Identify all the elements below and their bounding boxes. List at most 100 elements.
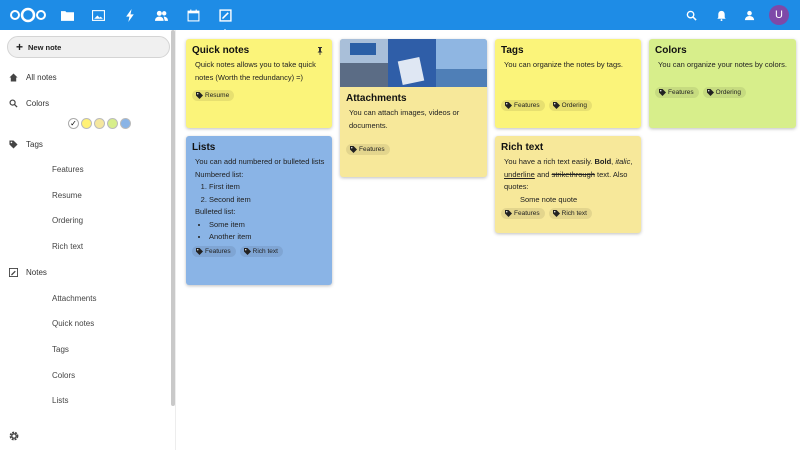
top-bar: U	[0, 0, 800, 32]
sidebar-tag-resume[interactable]: Resume	[52, 191, 82, 200]
tag-icon	[505, 101, 512, 109]
note-tags: Features Rich text	[192, 245, 326, 257]
home-icon	[0, 72, 26, 82]
photos-icon[interactable]	[89, 6, 107, 24]
tag-label: Rich text	[561, 210, 587, 217]
tag-icon	[505, 210, 512, 217]
tag-label: Features	[359, 146, 385, 153]
note-tag[interactable]: Rich text	[548, 208, 592, 219]
files-icon[interactable]	[58, 6, 76, 24]
tag-icon	[196, 92, 203, 99]
color-swatch-yellow[interactable]	[81, 118, 92, 129]
tag-label: Features	[205, 247, 231, 255]
sidebar-item-label: Notes	[26, 267, 47, 277]
note-tag[interactable]: Ordering	[702, 86, 746, 98]
note-tag[interactable]: Features	[192, 245, 236, 257]
underline-text: underline	[504, 169, 535, 179]
search-icon	[0, 98, 26, 108]
tag-label: Ordering	[561, 101, 587, 109]
new-note-label: New note	[28, 42, 62, 52]
note-card-colors[interactable]: Colors You can organize your notes by co…	[649, 39, 796, 128]
settings-gear-icon[interactable]	[8, 430, 20, 442]
attachment-image[interactable]	[340, 39, 487, 87]
note-title: Colors	[655, 45, 687, 56]
note-tag[interactable]: Features	[501, 99, 545, 111]
calendar-icon[interactable]	[184, 6, 202, 24]
sidebar-item-all-notes[interactable]: All notes	[0, 68, 170, 86]
new-note-button[interactable]: + New note	[7, 36, 170, 58]
color-swatch-white[interactable]: ✓	[68, 118, 79, 129]
contacts-icon[interactable]	[152, 6, 170, 24]
note-body: You can add numbered or bulleted lists N…	[192, 156, 326, 244]
plus-icon: +	[16, 40, 24, 54]
note-tag[interactable]: Features	[501, 208, 545, 219]
color-swatch-light-yellow[interactable]	[94, 118, 105, 129]
note-tags: Features	[346, 144, 481, 155]
note-card-tags[interactable]: Tags You can organize the notes by tags.…	[495, 39, 641, 128]
note-tag[interactable]: Features	[655, 86, 699, 98]
sidebar-scrollbar[interactable]	[171, 30, 175, 406]
note-title: Attachments	[346, 93, 407, 104]
note-card-lists[interactable]: Lists You can add numbered or bulleted l…	[186, 136, 332, 285]
note-tag[interactable]: Resume	[192, 90, 235, 101]
tag-icon	[552, 101, 560, 109]
color-swatch-blue[interactable]	[120, 118, 131, 129]
nextcloud-logo-icon[interactable]	[8, 7, 48, 23]
sidebar-item-notes[interactable]: Notes	[0, 263, 170, 281]
tag-icon	[706, 88, 714, 96]
note-tags: Features Rich text	[501, 208, 635, 219]
tag-label: Features	[668, 88, 694, 96]
color-filter: ✓	[68, 118, 131, 129]
sidebar: + New note All notes Colors ✓ Tags Featu…	[0, 30, 176, 450]
sidebar-note-lists[interactable]: Lists	[52, 396, 68, 405]
notifications-bell-icon[interactable]	[713, 7, 729, 23]
and-text: and	[536, 169, 550, 179]
note-card-attachments[interactable]: Attachments You can attach images, video…	[340, 39, 487, 177]
sidebar-item-colors[interactable]: Colors	[0, 94, 170, 112]
sidebar-note-tags[interactable]: Tags	[52, 345, 69, 354]
note-tags: Features Ordering	[655, 86, 790, 98]
note-tag[interactable]: Features	[346, 144, 390, 155]
sidebar-note-colors[interactable]: Colors	[52, 371, 75, 380]
contacts-menu-icon[interactable]	[741, 7, 757, 23]
activity-icon[interactable]	[121, 6, 139, 24]
sidebar-tag-features[interactable]: Features	[52, 165, 84, 174]
note-tag[interactable]: Ordering	[548, 99, 592, 111]
tag-icon	[659, 88, 666, 96]
sidebar-tag-ordering[interactable]: Ordering	[52, 216, 83, 225]
note-intro: You can add numbered or bulleted lists	[195, 157, 325, 166]
sidebar-item-label: All notes	[26, 72, 57, 82]
pin-icon[interactable]	[316, 47, 324, 55]
note-body: You have a rich text easily. Bold, itali…	[501, 156, 635, 206]
note-body: You can organize the notes by tags.	[504, 60, 623, 69]
numbered-list-label: Numbered list:	[195, 169, 244, 179]
tag-icon	[0, 139, 26, 149]
notes-icon	[0, 267, 26, 277]
list-item: Another item	[209, 231, 326, 244]
sidebar-note-quick-notes[interactable]: Quick notes	[52, 319, 94, 328]
note-tags: Resume	[192, 90, 326, 101]
sidebar-tag-rich-text[interactable]: Rich text	[52, 242, 83, 251]
sidebar-note-attachments[interactable]: Attachments	[52, 294, 96, 303]
sidebar-item-label: Colors	[26, 98, 50, 108]
note-body: You can attach images, videos or documen…	[349, 108, 460, 130]
tag-icon	[552, 210, 560, 217]
italic-text: italic	[615, 157, 631, 166]
quote-block: Some note quote	[520, 194, 578, 204]
tag-label: Resume	[205, 92, 230, 99]
note-card-quick-notes[interactable]: Quick notes Quick notes allows you to ta…	[186, 39, 332, 128]
color-swatch-green[interactable]	[107, 118, 118, 129]
tag-label: Features	[514, 101, 540, 109]
note-tag[interactable]: Rich text	[239, 245, 283, 257]
note-body: You can organize your notes by colors.	[658, 60, 787, 69]
notes-icon[interactable]	[216, 6, 234, 32]
sidebar-item-tags[interactable]: Tags	[0, 135, 170, 153]
user-avatar[interactable]: U	[769, 5, 789, 25]
note-card-rich-text[interactable]: Rich text You have a rich text easily. B…	[495, 136, 641, 233]
sidebar-item-label: Tags	[26, 139, 43, 149]
search-icon[interactable]	[683, 7, 699, 23]
tag-icon	[196, 247, 203, 255]
note-title: Rich text	[501, 142, 544, 153]
note-title: Tags	[501, 45, 524, 56]
tag-icon	[350, 146, 357, 153]
